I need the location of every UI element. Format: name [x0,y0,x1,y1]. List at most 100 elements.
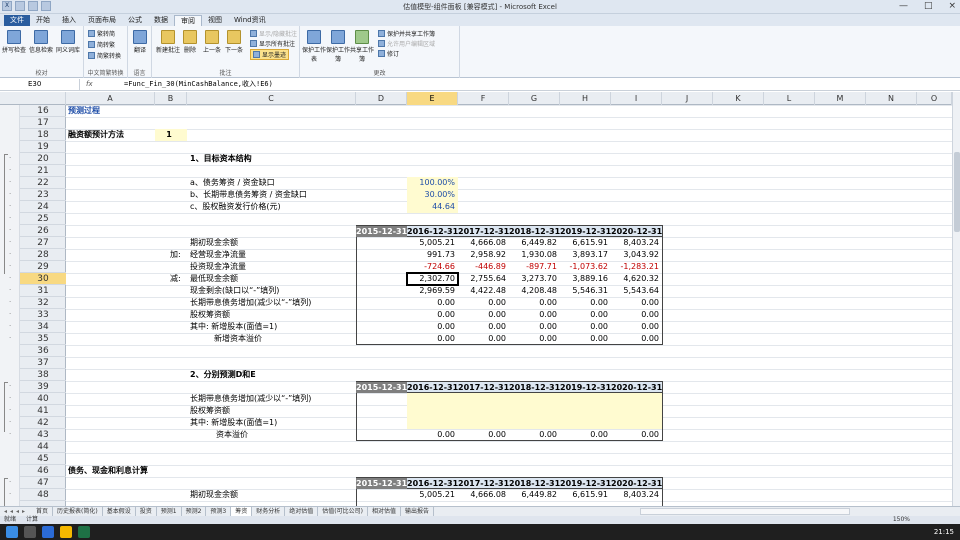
value-cell[interactable]: 0.00 [611,309,659,320]
folder-icon[interactable] [60,526,72,538]
value-cell[interactable]: 0.00 [560,309,608,320]
value-cell[interactable]: 3,893.17 [560,249,608,260]
row-header-17[interactable]: 17 [20,117,66,129]
value-cell[interactable]: 0.00 [458,297,506,308]
year-header[interactable]: 2020-12-31 [611,226,662,237]
year-header[interactable]: 2018-12-31 [509,226,560,237]
sheet-tab[interactable]: 预测2 [182,507,207,516]
year-header[interactable]: 2018-12-31 [509,382,560,393]
row-header-18[interactable]: 18 [20,129,66,141]
col-header-j[interactable]: J [662,92,713,105]
row-header-23[interactable]: 23 [20,189,66,201]
value-cell[interactable]: 0.00 [458,429,506,440]
tab-file[interactable]: 文件 [4,15,30,26]
tab-review[interactable]: 审阅 [174,15,202,26]
value-cell[interactable]: 6,615.91 [560,489,608,500]
value-cell[interactable]: 4,620.32 [611,273,659,284]
value-cell[interactable]: 3,043.92 [611,249,659,260]
row-header-34[interactable]: 34 [20,321,66,333]
row-header-22[interactable]: 22 [20,177,66,189]
protect-share-button[interactable]: 保护并共享工作簿 [378,29,435,38]
col-header-n[interactable]: N [866,92,917,105]
value-cell[interactable]: 0.00 [407,309,455,320]
row-header-20[interactable]: 20 [20,153,66,165]
year-header[interactable]: 2019-12-31 [560,382,611,393]
col-header-c[interactable]: C [187,92,356,105]
col-header-a[interactable]: A [66,92,155,105]
year-header[interactable]: 2016-12-31 [407,478,458,489]
thesaurus-button[interactable]: 同义词库 [54,30,82,54]
sheet-tab[interactable]: 筹资 [231,507,253,516]
convert-button[interactable]: 简繁转换 [88,51,121,60]
trad-to-simp-button[interactable]: 繁转简 [88,29,115,38]
maximize-button[interactable]: □ [924,1,933,11]
row-header-39[interactable]: 39 [20,381,66,393]
value-cell[interactable]: 0.00 [509,429,557,440]
sheet-tab[interactable]: 投资 [136,507,157,516]
col-header-g[interactable]: G [509,92,560,105]
row-label[interactable]: 经营现金净流量 [190,249,246,260]
row-header-30[interactable]: 30 [20,273,66,285]
value-cell[interactable]: 2,755.64 [458,273,506,284]
value-cell[interactable]: 5,546.31 [560,285,608,296]
sheet-tab[interactable]: 财务分析 [252,507,286,516]
value-cell[interactable]: 0.00 [560,321,608,332]
row-header-24[interactable]: 24 [20,201,66,213]
sheet-tab[interactable]: 预测3 [206,507,232,516]
translate-button[interactable]: 翻译 [126,30,154,54]
row-label[interactable]: 投资现金净流量 [190,261,246,272]
value-cell[interactable]: -1,073.62 [560,261,608,272]
row-header-25[interactable]: 25 [20,213,66,225]
col-header-d[interactable]: D [356,92,407,105]
row-label[interactable]: 资本溢价 [216,429,248,440]
cell-c24[interactable]: c、股权融资发行价格(元) [190,201,281,212]
row-label[interactable]: 其中: 新增股本(面值=1) [190,417,277,428]
research-button[interactable]: 信息检索 [27,30,55,54]
row-header-35[interactable]: 35 [20,333,66,345]
cell-a46[interactable]: 债务、现金和利息计算 [68,465,148,476]
search-icon[interactable] [24,526,36,538]
year-header[interactable]: 2020-12-31 [611,478,662,489]
row-label[interactable]: 其中: 新增股本(面值=1) [190,321,277,332]
value-cell[interactable]: 8,403.24 [611,237,659,248]
row-header-37[interactable]: 37 [20,357,66,369]
cell-e22[interactable]: 100.00% [407,177,455,188]
col-header-l[interactable]: L [764,92,815,105]
row-label[interactable]: 长期带息债务增加(减少以“-”填列) [190,393,311,404]
row-label[interactable]: 股权筹资额 [190,309,230,320]
cell-e23[interactable]: 30.00% [407,189,455,200]
vertical-scrollbar[interactable] [952,92,960,512]
value-cell[interactable]: 0.00 [407,297,455,308]
outline-bracket[interactable] [4,154,8,274]
value-cell[interactable]: 0.00 [509,333,557,344]
row-header-41[interactable]: 41 [20,405,66,417]
row-header-28[interactable]: 28 [20,249,66,261]
value-cell[interactable]: 0.00 [611,321,659,332]
value-cell[interactable]: 4,666.08 [458,489,506,500]
col-header-e[interactable]: E [407,92,458,105]
start-icon[interactable] [6,526,18,538]
simp-to-trad-button[interactable]: 简转繁 [88,40,115,49]
value-cell[interactable]: 0.00 [560,429,608,440]
row-header-19[interactable]: 19 [20,141,66,153]
row-label[interactable]: 新增资本溢价 [214,333,262,344]
value-cell[interactable]: 6,615.91 [560,237,608,248]
row-label[interactable]: 最低现金余额 [190,273,238,284]
value-cell[interactable]: 6,449.82 [509,489,557,500]
value-cell[interactable]: 0.00 [458,321,506,332]
cell-a16[interactable]: 预测过程 [68,105,100,116]
year-header[interactable]: 2016-12-31 [407,382,458,393]
value-cell[interactable]: 0.00 [611,429,659,440]
tab-data[interactable]: 数据 [148,15,174,26]
row-label[interactable]: 股权筹资额 [190,405,230,416]
col-header-o[interactable]: O [917,92,952,105]
tab-view[interactable]: 视图 [202,15,228,26]
year-header[interactable]: 2017-12-31 [458,478,509,489]
row-header-40[interactable]: 40 [20,393,66,405]
value-cell[interactable]: 0.00 [458,309,506,320]
row-label[interactable]: 期初现金余额 [190,237,238,248]
row-header-47[interactable]: 47 [20,477,66,489]
sheet-tab[interactable]: 基本假设 [103,507,136,516]
row-header-42[interactable]: 42 [20,417,66,429]
row-label[interactable]: 现金剩余(缺口以“-”填列) [190,285,279,296]
